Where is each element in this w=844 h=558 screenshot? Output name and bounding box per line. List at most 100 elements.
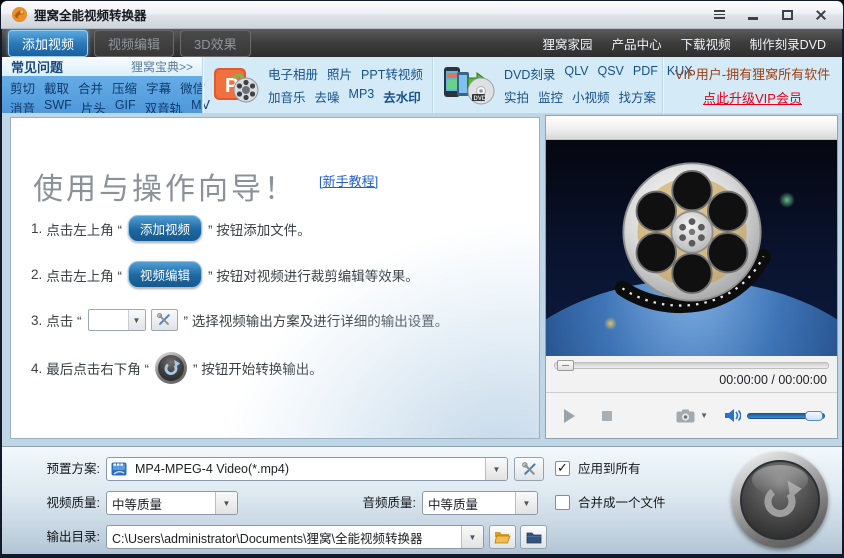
device-dvd-icon: DVD [444,67,495,105]
maximize-icon [781,9,793,20]
promo-link[interactable]: 监控 [538,87,563,106]
promo-link[interactable]: 实拍 [504,87,529,106]
top-menu: 狸窝家园 产品中心 下载视频 制作刻录DVD [543,34,836,53]
menu-item-burn-dvd[interactable]: 制作刻录DVD [750,34,826,53]
step-number: 1. [31,221,43,236]
app-window: 狸窝全能视频转换器 添加视频 视频编辑 3D效果 狸窝家园 产品中心 下载视频 … [0,0,844,558]
menu-item-home[interactable]: 狸窝家园 [543,34,593,53]
speaker-icon[interactable] [724,408,741,423]
minimize-button[interactable] [743,7,763,23]
tutorial-link[interactable]: [新手教程] [319,171,378,190]
video-quality-value: 中等质量 [112,497,163,512]
promo-link[interactable]: QSV [598,64,624,83]
browse-folder-button[interactable] [520,525,547,549]
promo-link[interactable]: MP3 [349,87,375,106]
preset-demo-dropdown[interactable]: ▼ [87,309,146,331]
preset-dropdown[interactable]: MP4-MPEG-4 Video(*.mp4) ▼ [106,457,508,481]
faq-sidebar: 常见问题 狸窝宝典>> 剪切 截取 合并 压缩 字幕 微信 消音 SWF 片头 … [2,57,210,117]
close-icon [814,8,828,22]
volume-control [724,408,825,423]
apply-all-label[interactable]: 应用到所有 [578,457,641,481]
convert-button[interactable] [732,452,828,548]
camera-icon [676,409,695,422]
tab-video-edit: 视频编辑 [94,29,175,57]
output-path-value: C:\Users\administrator\Documents\狸窝\全能视频… [112,531,423,546]
chevron-down-icon: ▼ [700,411,708,420]
video-edit-demo-button[interactable]: 视频编辑 [128,261,203,288]
video-quality-label: 视频质量: [46,496,100,510]
guide-step-2: 2. 点击左上角 “ 视频编辑 ” 按钮对视频进行裁剪编辑等效果。 [31,261,525,288]
promo-link[interactable]: 照片 [327,64,352,83]
menu-item-products[interactable]: 产品中心 [612,34,662,53]
faq-link[interactable]: 截取 [44,78,69,97]
merge-label[interactable]: 合并成一个文件 [578,491,666,515]
faq-link[interactable]: 合并 [78,78,103,97]
settings-demo-button[interactable] [150,309,178,331]
app-icon [11,6,28,23]
preset-value: MP4-MPEG-4 Video(*.mp4) [135,462,289,476]
volume-thumb[interactable] [805,410,823,421]
promo-link[interactable]: 找方案 [619,87,657,106]
faq-link[interactable]: 字幕 [146,78,171,97]
open-folder-button[interactable] [489,525,516,549]
open-folder-icon [494,532,511,544]
guide-panel: 使用与操作向导！ [新手教程] 1. 点击左上角 “ 添加视频 ” 按钮添加文件… [10,117,540,439]
menu-item-download[interactable]: 下载视频 [681,34,731,53]
faq-header: 常见问题 [11,60,64,75]
vip-upgrade-link[interactable]: 点此升级VIP会员 [703,88,802,107]
step-number: 3. [31,312,43,328]
promo-link[interactable]: DVD刻录 [504,64,555,83]
promo-link[interactable]: PDF [633,64,658,83]
chevron-down-icon[interactable]: ▼ [215,492,237,514]
output-path-dropdown[interactable]: C:\Users\administrator\Documents\狸窝\全能视频… [106,525,484,549]
promo-links-row: 电子相册 照片 PPT转视频 [268,64,423,83]
seek-area: 00:00:00 / 00:00:00 [546,356,837,392]
chevron-down-icon[interactable]: ▼ [485,458,507,480]
faq-link[interactable]: 压缩 [112,78,137,97]
stop-button[interactable] [602,410,612,421]
promo-link[interactable]: 小视频 [572,87,610,106]
promo-link[interactable]: QLV [564,64,588,83]
volume-slider[interactable] [747,410,825,421]
guide-step-3: 3. 点击 “ ▼ ” 选择视频输出方案及进行详细的输出设置。 [31,307,525,333]
audio-quality-dropdown[interactable]: 中等质量 ▼ [422,491,538,515]
promo-link[interactable]: 加音乐 [268,87,306,106]
chevron-down-icon[interactable]: ▼ [461,526,483,548]
promo-link[interactable]: 电子相册 [268,64,318,83]
faq-link[interactable]: 剪切 [10,78,35,97]
video-preview [546,140,837,356]
step-number: 2. [31,267,43,282]
apply-all-checkbox[interactable]: ✓ [555,461,570,476]
folder-icon [526,532,541,543]
seek-bar[interactable] [554,360,829,371]
promo-link[interactable]: PPT转视频 [361,64,423,83]
play-button[interactable] [564,408,575,423]
film-reel-icon [614,161,771,313]
add-video-demo-button[interactable]: 添加视频 [128,215,203,242]
preview-panel: 00:00:00 / 00:00:00 ▼ [545,115,838,439]
chevron-down-icon[interactable]: ▼ [515,492,537,514]
tab-add-video[interactable]: 添加视频 [8,29,89,57]
video-quality-dropdown[interactable]: 中等质量 ▼ [106,491,238,515]
promo-link[interactable]: 去噪 [315,87,340,106]
convert-demo-button[interactable] [155,352,188,384]
guide-step-1: 1. 点击左上角 “ 添加视频 ” 按钮添加文件。 [31,215,525,242]
maximize-button[interactable] [777,7,797,23]
window-menu-button[interactable] [709,7,729,23]
merge-checkbox[interactable] [555,495,570,510]
audio-quality-label: 音频质量: [362,496,416,510]
faq-more-link[interactable]: 狸窝宝典>> [131,58,193,75]
main-area: 使用与操作向导！ [新手教程] 1. 点击左上角 “ 添加视频 ” 按钮添加文件… [2,113,842,446]
snapshot-button[interactable]: ▼ [676,409,708,423]
audio-quality-value: 中等质量 [428,497,479,512]
step-number: 4. [31,360,43,376]
toolbar: 添加视频 视频编辑 3D效果 狸窝家园 产品中心 下载视频 制作刻录DVD [2,29,842,57]
window-title: 狸窝全能视频转换器 [34,9,147,23]
tools-icon [157,313,170,325]
settings-panel: 预置方案: MP4-MPEG-4 Video(*.mp4) ▼ ✓ 应用到所有 [2,446,842,554]
step-text: ” 按钮开始转换输出。 [193,362,323,377]
promo-link-watermark[interactable]: 去水印 [383,87,421,106]
seek-thumb[interactable] [557,360,574,371]
close-button[interactable] [811,7,831,23]
preset-settings-button[interactable] [514,457,544,481]
